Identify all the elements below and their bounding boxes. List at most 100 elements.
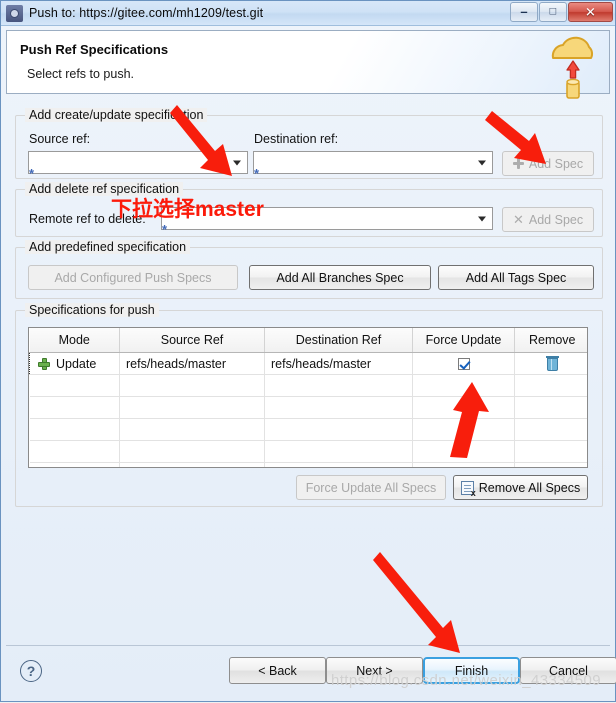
cell-empty [412, 440, 515, 463]
cell-empty [119, 374, 265, 397]
force-update-all-specs-button[interactable]: Force Update All Specs [296, 475, 446, 500]
column-header-force-update[interactable]: Force Update [412, 328, 515, 353]
cell-empty [119, 396, 265, 419]
force-update-checkbox[interactable] [457, 358, 470, 371]
remote-ref-delete-label: Remote ref to delete: [29, 212, 146, 226]
remove-all-specs-label: Remove All Specs [478, 480, 581, 495]
table-row[interactable]: Update refs/heads/master refs/heads/master [29, 352, 587, 375]
specs-table[interactable]: Mode Source Ref Destination Ref Force Up… [28, 327, 588, 468]
finish-button-label: Finish [454, 663, 489, 678]
cell-empty [29, 440, 120, 463]
force-update-all-specs-label: Force Update All Specs [305, 480, 437, 495]
close-icon: ✕ [585, 4, 596, 20]
restore-icon: □ [549, 5, 557, 18]
cell-force-update[interactable] [412, 352, 515, 375]
table-header-row: Mode Source Ref Destination Ref Force Up… [29, 328, 587, 353]
remote-ref-delete-combo[interactable] [161, 207, 493, 230]
title-bar: Push to: https://gitee.com/mh1209/test.g… [1, 1, 615, 26]
chevron-down-icon [233, 160, 241, 165]
back-button-label: < Back [258, 663, 297, 678]
add-all-tags-spec-label: Add All Tags Spec [465, 270, 567, 285]
cell-empty [264, 440, 413, 463]
x-icon: ✕ [512, 212, 524, 227]
chevron-down-icon [478, 160, 486, 165]
remote-ref-required-marker: * [162, 222, 168, 237]
cell-empty [412, 462, 515, 467]
add-delete-spec-label: Add Spec [528, 212, 584, 227]
minimize-button[interactable]: – [510, 2, 538, 22]
cancel-button[interactable]: Cancel [520, 657, 616, 684]
cell-empty [29, 418, 120, 441]
destination-ref-combo[interactable] [253, 151, 493, 174]
add-all-branches-spec-label: Add All Branches Spec [276, 270, 404, 285]
window-title: Push to: https://gitee.com/mh1209/test.g… [29, 6, 264, 20]
wizard-header: Push Ref Specifications Select refs to p… [6, 30, 610, 99]
trash-icon[interactable] [545, 355, 559, 371]
chevron-down-icon [478, 216, 486, 221]
remove-all-specs-button[interactable]: Remove All Specs [453, 475, 588, 500]
close-button[interactable]: ✕ [568, 2, 613, 22]
dialog-button-bar: ? < Back Next > Finish Cancel [6, 645, 616, 697]
cell-empty [514, 440, 587, 463]
table-row-empty[interactable] [29, 462, 587, 467]
column-header-mode[interactable]: Mode [29, 328, 120, 353]
cell-empty [264, 462, 413, 467]
cell-empty [119, 440, 265, 463]
table-row-empty[interactable] [29, 374, 587, 397]
destination-ref-required-marker: * [254, 166, 260, 181]
source-ref-combo[interactable] [28, 151, 248, 174]
app-gear-icon [6, 4, 23, 22]
page-title: Push Ref Specifications [20, 42, 169, 57]
cell-empty [412, 396, 515, 419]
predefined-spec-legend: Add predefined specification [25, 240, 191, 254]
cell-empty [29, 462, 120, 467]
add-all-branches-spec-button[interactable]: Add All Branches Spec [249, 265, 431, 290]
table-row-empty[interactable] [29, 440, 587, 463]
cell-remove[interactable] [514, 352, 587, 375]
create-update-legend: Add create/update specification [25, 108, 208, 122]
finish-button[interactable]: Finish [423, 657, 520, 684]
add-create-update-spec-label: Add Spec [528, 156, 584, 171]
page-subtitle: Select refs to push. [27, 67, 135, 81]
cell-empty [119, 418, 265, 441]
cell-empty [119, 462, 265, 467]
cell-empty [514, 374, 587, 397]
column-header-remove[interactable]: Remove [514, 328, 587, 353]
add-create-update-spec-button[interactable]: Add Spec [502, 151, 594, 176]
table-row-empty[interactable] [29, 418, 587, 441]
cell-mode-label: Update [56, 356, 97, 371]
cell-empty [514, 418, 587, 441]
restore-button[interactable]: □ [539, 2, 567, 22]
back-button[interactable]: < Back [229, 657, 326, 684]
cell-empty [412, 374, 515, 397]
document-delete-icon [460, 480, 476, 497]
green-plus-icon [38, 357, 50, 370]
next-button-label: Next > [356, 663, 393, 678]
add-configured-push-specs-label: Add Configured Push Specs [54, 270, 212, 285]
delete-spec-legend: Add delete ref specification [25, 182, 184, 196]
cell-empty [514, 396, 587, 419]
cell-source-ref: refs/heads/master [119, 352, 265, 375]
cell-empty [264, 374, 413, 397]
cell-empty [264, 418, 413, 441]
cell-destination-ref: refs/heads/master [264, 352, 413, 375]
cell-mode: Update [29, 352, 120, 375]
specs-legend: Specifications for push [25, 303, 159, 317]
cell-empty [412, 418, 515, 441]
push-dialog-window: Push to: https://gitee.com/mh1209/test.g… [0, 0, 616, 702]
plus-icon [512, 158, 524, 169]
window-controls: – □ ✕ [509, 2, 613, 22]
add-all-tags-spec-button[interactable]: Add All Tags Spec [438, 265, 594, 290]
column-header-destination-ref[interactable]: Destination Ref [264, 328, 413, 353]
source-ref-required-marker: * [29, 166, 35, 181]
next-button[interactable]: Next > [326, 657, 423, 684]
table-row-empty[interactable] [29, 396, 587, 419]
cancel-button-label: Cancel [549, 663, 588, 678]
add-delete-spec-button[interactable]: ✕ Add Spec [502, 207, 594, 232]
cell-empty [264, 396, 413, 419]
add-configured-push-specs-button[interactable]: Add Configured Push Specs [28, 265, 238, 290]
column-header-source-ref[interactable]: Source Ref [119, 328, 265, 353]
question-mark-icon[interactable]: ? [20, 660, 42, 682]
cell-empty [514, 462, 587, 467]
cell-empty [29, 396, 120, 419]
